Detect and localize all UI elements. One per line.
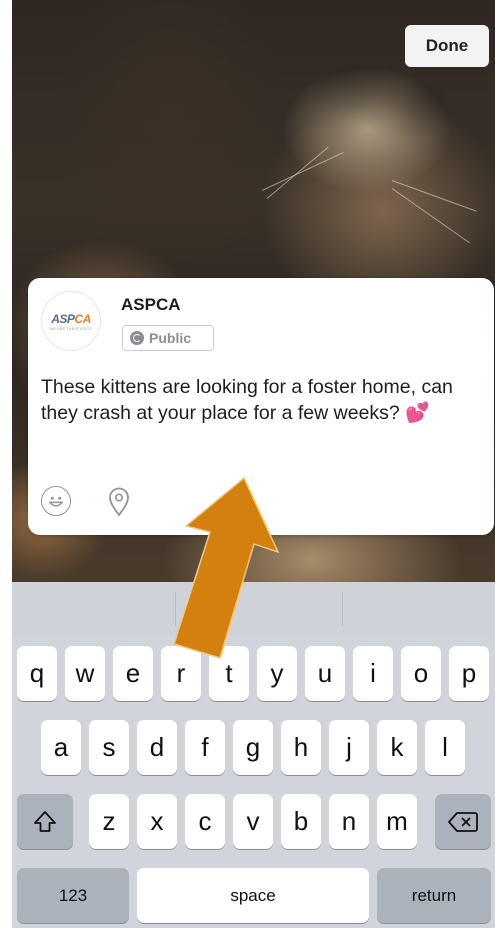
key-p[interactable]: p [449, 646, 489, 701]
key-i[interactable]: i [353, 646, 393, 701]
two-hearts-emoji: 💕 [405, 402, 430, 424]
page-avatar: ASPCA WE ARE THEIR VOICE [41, 291, 101, 351]
key-a[interactable]: a [41, 720, 81, 775]
backspace-icon [448, 811, 478, 832]
numbers-key[interactable]: 123 [17, 868, 129, 923]
smile-face-icon [48, 496, 64, 507]
post-text: These kittens are looking for a foster h… [41, 376, 453, 424]
key-c[interactable]: c [185, 794, 225, 849]
key-n[interactable]: n [329, 794, 369, 849]
key-z[interactable]: z [89, 794, 129, 849]
whisker-line [391, 188, 471, 244]
return-key[interactable]: return [377, 868, 491, 923]
logo-part-a: ASP [51, 311, 75, 326]
key-d[interactable]: d [137, 720, 177, 775]
key-e[interactable]: e [113, 646, 153, 701]
key-o[interactable]: o [401, 646, 441, 701]
key-v[interactable]: v [233, 794, 273, 849]
key-f[interactable]: f [185, 720, 225, 775]
location-pin-icon[interactable] [104, 486, 134, 517]
page-name: ASPCA [121, 295, 181, 314]
shift-icon [34, 810, 56, 832]
pin-shape-icon [109, 487, 129, 517]
key-b[interactable]: b [281, 794, 321, 849]
key-u[interactable]: u [305, 646, 345, 701]
key-q[interactable]: q [17, 646, 57, 701]
privacy-label: Public [149, 330, 192, 346]
logo-part-b: CA [74, 311, 91, 326]
emoji-icon[interactable] [41, 486, 71, 516]
done-button[interactable]: Done [405, 25, 489, 67]
globe-icon [130, 331, 144, 345]
annotation-arrow [173, 476, 280, 659]
screen: Done ASPCA WE ARE THEIR VOICE ASPCA Publ… [12, 0, 495, 928]
whisker-line [261, 152, 344, 191]
key-k[interactable]: k [377, 720, 417, 775]
key-l[interactable]: l [425, 720, 465, 775]
key-s[interactable]: s [89, 720, 129, 775]
aspca-logo: ASPCA [51, 312, 91, 326]
key-x[interactable]: x [137, 794, 177, 849]
space-key[interactable]: space [137, 868, 369, 923]
logo-tagline: WE ARE THEIR VOICE [49, 326, 93, 331]
key-g[interactable]: g [233, 720, 273, 775]
whisker-line [266, 146, 329, 199]
post-text-input[interactable]: These kittens are looking for a foster h… [41, 374, 471, 426]
key-h[interactable]: h [281, 720, 321, 775]
key-m[interactable]: m [377, 794, 417, 849]
key-j[interactable]: j [329, 720, 369, 775]
key-w[interactable]: w [65, 646, 105, 701]
shift-key[interactable] [17, 794, 73, 849]
privacy-selector[interactable]: Public [122, 325, 214, 351]
delete-key[interactable] [435, 794, 491, 849]
suggestion-divider [342, 592, 343, 626]
